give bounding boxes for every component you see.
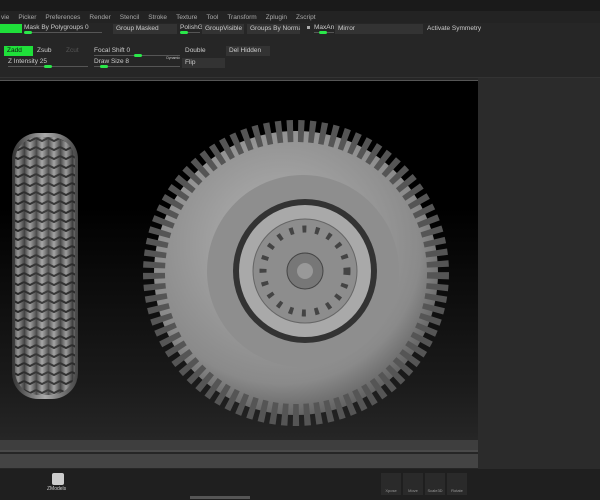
mask-by-polygroups-slider[interactable]: Mask By Polygroups 0 xyxy=(24,24,102,34)
double-button[interactable]: Double xyxy=(182,46,224,56)
groups-by-normals-button[interactable]: Groups By Normals xyxy=(247,24,300,34)
checkbox-icon[interactable] xyxy=(307,26,310,29)
tire-model-render xyxy=(12,120,449,426)
menu-bar: vie Picker Preferences Render Stencil St… xyxy=(0,11,600,23)
focal-shift-label: Focal Shift 0 xyxy=(94,47,131,54)
menu-preferences[interactable]: Preferences xyxy=(45,14,80,21)
menu-zscript[interactable]: Zscript xyxy=(296,14,316,21)
toolbar: Mask By Polygroups 0 Group Masked Polish… xyxy=(0,23,600,78)
rotate-label: Rotate xyxy=(451,488,463,493)
slider-knob[interactable] xyxy=(180,31,188,34)
menu-texture[interactable]: Texture xyxy=(176,14,197,21)
tire-side-view xyxy=(12,133,78,399)
maxang-slider[interactable]: MaxAn xyxy=(314,24,335,34)
draw-size-label: Draw Size 8 xyxy=(94,58,130,65)
menu-stencil[interactable]: Stencil xyxy=(120,14,140,21)
dynamic-toggle[interactable]: Dynamic xyxy=(166,56,180,60)
xpose-label: Xpose xyxy=(385,488,397,493)
bottom-bar: ZModels Xpose Move Scale3D Rotate xyxy=(0,469,600,500)
zmodels-label: ZModels xyxy=(47,486,67,492)
gauge-icon[interactable] xyxy=(8,473,28,495)
bottom-shelf xyxy=(0,440,478,452)
active-green-button[interactable] xyxy=(0,24,22,33)
z-intensity-slider[interactable]: Z Intensity 25 xyxy=(8,58,88,68)
move-label: Move xyxy=(408,488,418,493)
slider-knob[interactable] xyxy=(24,31,32,34)
z-intensity-label: Z Intensity 25 xyxy=(8,58,48,65)
menu-picker[interactable]: Picker xyxy=(18,14,36,21)
scale-button[interactable]: Scale3D xyxy=(425,473,445,495)
right-tray xyxy=(478,78,600,470)
shelf-resize-handle[interactable] xyxy=(190,496,250,499)
tire-front-view xyxy=(143,120,449,426)
zcut-button[interactable]: Zcut xyxy=(63,46,85,56)
menu-stroke[interactable]: Stroke xyxy=(148,14,167,21)
menu-transform[interactable]: Transform xyxy=(227,14,256,21)
rotate-button[interactable]: Rotate xyxy=(447,473,467,495)
focal-shift-slider[interactable]: Focal Shift 0 xyxy=(94,47,180,57)
draw-size-slider[interactable]: Draw Size 8 Dynamic xyxy=(94,56,180,68)
del-hidden-button[interactable]: Del Hidden xyxy=(226,46,270,56)
polishg-label: PolishG xyxy=(180,24,203,31)
mask-by-polygroups-label: Mask By Polygroups 0 xyxy=(24,24,89,31)
slider-knob[interactable] xyxy=(134,54,142,57)
slider-knob[interactable] xyxy=(319,31,327,34)
xpose-button[interactable]: Xpose xyxy=(381,473,401,495)
viewport-canvas[interactable] xyxy=(0,80,478,440)
slider-knob[interactable] xyxy=(100,65,108,68)
zadd-button[interactable]: Zadd xyxy=(4,46,33,56)
bottom-shelf-lower xyxy=(0,454,478,468)
activate-symmetry-button[interactable]: Activate Symmetry xyxy=(424,24,512,34)
slider-knob[interactable] xyxy=(44,65,52,68)
move-button[interactable]: Move xyxy=(403,473,423,495)
title-bar xyxy=(0,0,600,11)
group-masked-button[interactable]: Group Masked xyxy=(113,24,177,34)
maxang-label: MaxAn xyxy=(314,24,335,31)
group-visible-button[interactable]: GroupVisible xyxy=(202,24,244,34)
zsub-button[interactable]: Zsub xyxy=(34,46,56,56)
menu-render[interactable]: Render xyxy=(89,14,110,21)
mirror-button[interactable]: Mirror xyxy=(335,24,423,34)
scale-label: Scale3D xyxy=(427,488,443,493)
menu-movie[interactable]: vie xyxy=(1,14,9,21)
polishg-slider[interactable]: PolishG xyxy=(180,24,203,34)
menu-zplugin[interactable]: Zplugin xyxy=(266,14,287,21)
flip-button[interactable]: Flip xyxy=(182,58,225,68)
zmodels-cube-icon[interactable] xyxy=(52,473,64,485)
menu-tool[interactable]: Tool xyxy=(206,14,218,21)
